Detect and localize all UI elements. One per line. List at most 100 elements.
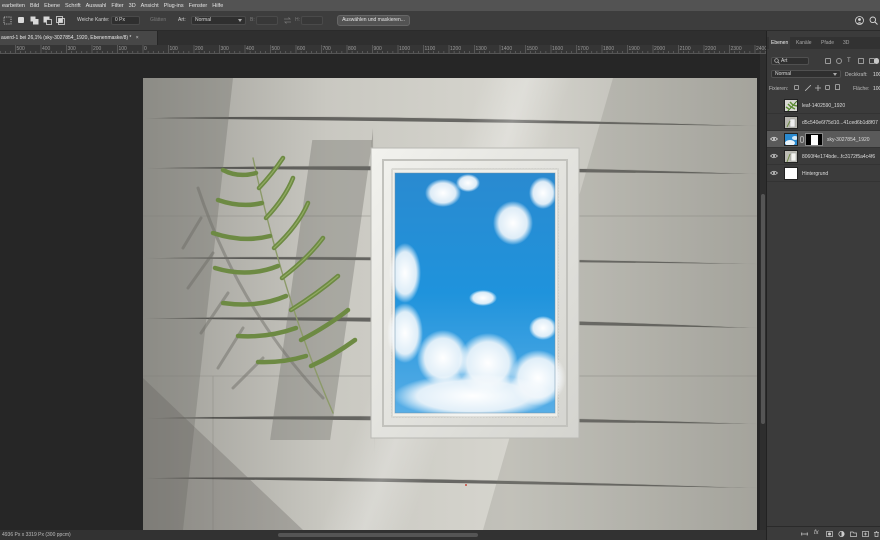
new-group-icon[interactable] bbox=[850, 531, 857, 537]
menu-item[interactable]: Schrift bbox=[65, 3, 81, 9]
status-bar: 4936 Px x 3319 Px (300 ppcm) bbox=[0, 530, 766, 540]
document-image[interactable] bbox=[143, 78, 757, 530]
link-layers-icon[interactable] bbox=[801, 531, 808, 537]
new-layer-icon[interactable] bbox=[862, 531, 869, 537]
layer-thumbnail bbox=[784, 99, 798, 112]
ruler-label: 400 bbox=[246, 46, 255, 52]
panel-tabs: Ebenen Kanäle Pfade 3D bbox=[767, 37, 880, 49]
filter-adjustment-icon[interactable] bbox=[836, 58, 842, 64]
menu-item[interactable]: 3D bbox=[129, 3, 136, 9]
horizontal-ruler: 1000900800700600500400300200100010020030… bbox=[0, 45, 766, 54]
menu-item[interactable]: Filter bbox=[111, 3, 123, 9]
ruler-label: 200 bbox=[195, 46, 204, 52]
tab-3d[interactable]: 3D bbox=[843, 37, 849, 49]
filter-toggle-icon[interactable] bbox=[874, 58, 879, 64]
blend-row: Normal Deckkraft: 100 bbox=[767, 69, 880, 79]
vertical-scroll-thumb[interactable] bbox=[761, 194, 765, 424]
tab-paths[interactable]: Pfade bbox=[821, 37, 834, 49]
ruler-label: 400 bbox=[42, 46, 51, 52]
menu-item[interactable]: Ebene bbox=[44, 3, 60, 9]
mask-link-icon[interactable] bbox=[800, 136, 804, 143]
lock-image-icon[interactable] bbox=[804, 84, 812, 92]
layer-row-selected[interactable]: sky-3027854_1920 bbox=[767, 131, 880, 148]
menu-bar: earbeiten Bild Ebene Schrift Auswahl Filter 3D… bbox=[0, 0, 880, 11]
menu-item[interactable]: Hilfe bbox=[212, 3, 223, 9]
layer-style-icon[interactable]: fx bbox=[814, 530, 821, 536]
marquee-tool-icon[interactable] bbox=[3, 16, 12, 25]
ruler-label: 500 bbox=[16, 46, 25, 52]
ruler-label: 1000 bbox=[399, 46, 411, 52]
delete-layer-icon[interactable] bbox=[873, 531, 880, 537]
visibility-eye-icon[interactable] bbox=[770, 136, 778, 142]
add-mask-icon[interactable] bbox=[826, 531, 833, 537]
ruler-label: 1500 bbox=[526, 46, 538, 52]
blend-mode-select[interactable]: Normal bbox=[771, 70, 841, 78]
menu-item[interactable]: Bild bbox=[30, 3, 39, 9]
filter-type-icon[interactable]: T bbox=[847, 58, 853, 64]
document-size-status[interactable]: 4936 Px x 3319 Px (300 ppcm) bbox=[2, 532, 71, 538]
ruler-label: 500 bbox=[271, 46, 280, 52]
layer-row[interactable]: d5c540e6f75d10...41ced6b1d8f07 bbox=[767, 114, 880, 131]
close-tab-icon[interactable]: × bbox=[136, 35, 139, 41]
layer-thumbnail bbox=[784, 133, 798, 146]
menu-item[interactable]: Ansicht bbox=[141, 3, 159, 9]
opacity-value[interactable]: 100 bbox=[873, 72, 880, 78]
search-icon[interactable] bbox=[869, 16, 878, 25]
layer-kind-label: Art bbox=[781, 58, 788, 64]
anti-alias-label[interactable]: Glätten bbox=[150, 17, 166, 23]
document-tab[interactable]: auerd-1 bei 26,1% (sky-3027854_1920, Ebe… bbox=[0, 31, 158, 45]
ruler-label: 1600 bbox=[552, 46, 564, 52]
lock-all-icon[interactable] bbox=[835, 84, 840, 90]
options-bar: Weiche Kante: 0 Px Glätten Art: Normal B… bbox=[0, 11, 880, 31]
filter-shape-icon[interactable] bbox=[858, 58, 864, 64]
layer-row[interactable]: Hintergrund bbox=[767, 165, 880, 182]
add-to-selection-icon[interactable] bbox=[30, 16, 39, 25]
user-icon[interactable] bbox=[855, 16, 864, 25]
horizontal-scroll-thumb[interactable] bbox=[278, 533, 478, 537]
layer-thumbnail bbox=[784, 116, 798, 129]
layer-name: 8060f4e174bde...fc3172f5a4c4f6 bbox=[802, 154, 876, 160]
width-input[interactable] bbox=[256, 16, 278, 25]
lock-position-icon[interactable] bbox=[815, 85, 821, 91]
subtract-from-selection-icon[interactable] bbox=[43, 16, 52, 25]
visibility-eye-icon[interactable] bbox=[770, 153, 778, 159]
swap-dimensions-icon[interactable] bbox=[283, 16, 292, 25]
fill-label: Fläche: bbox=[853, 86, 870, 92]
style-label: Art: bbox=[178, 17, 186, 23]
search-icon bbox=[774, 58, 780, 64]
layer-mask-thumbnail[interactable] bbox=[805, 133, 823, 146]
layer-row[interactable]: leaf-1402590_1920 bbox=[767, 97, 880, 114]
document-tab-title: auerd-1 bei 26,1% (sky-3027854_1920, Ebe… bbox=[1, 35, 132, 41]
menu-item[interactable]: Fenster bbox=[189, 3, 208, 9]
ruler-label: 600 bbox=[297, 46, 306, 52]
ruler-label: 100 bbox=[118, 46, 127, 52]
ruler-label: 0 bbox=[144, 46, 147, 52]
ruler-label: 700 bbox=[322, 46, 331, 52]
opacity-label: Deckkraft: bbox=[845, 72, 868, 78]
feather-input[interactable]: 0 Px bbox=[111, 16, 140, 25]
layer-row[interactable]: 8060f4e174bde...fc3172f5a4c4f6 bbox=[767, 148, 880, 165]
menu-item[interactable]: earbeiten bbox=[2, 3, 25, 9]
canvas-area[interactable] bbox=[0, 54, 760, 530]
new-selection-icon[interactable] bbox=[17, 16, 26, 25]
fill-value[interactable]: 100 bbox=[873, 86, 880, 92]
adjustment-layer-icon[interactable] bbox=[838, 531, 845, 537]
menu-item[interactable]: Auswahl bbox=[86, 3, 107, 9]
select-and-mask-button[interactable]: Auswählen und maskieren... bbox=[337, 15, 410, 26]
intersect-selection-icon[interactable] bbox=[56, 16, 65, 25]
width-label: B: bbox=[250, 17, 255, 23]
tab-layers[interactable]: Ebenen bbox=[769, 37, 791, 49]
filter-pixel-icon[interactable] bbox=[825, 58, 831, 64]
ruler-label: 2200 bbox=[705, 46, 717, 52]
height-input[interactable] bbox=[301, 16, 323, 25]
menu-item[interactable]: Plug-ins bbox=[164, 3, 184, 9]
layer-kind-filter[interactable]: Art bbox=[771, 57, 809, 65]
style-select[interactable]: Normal bbox=[191, 16, 246, 25]
tab-channels[interactable]: Kanäle bbox=[796, 37, 812, 49]
feather-label: Weiche Kante: bbox=[77, 17, 110, 23]
visibility-eye-icon[interactable] bbox=[770, 170, 778, 176]
lock-row: Fixieren: Fläche: 100 bbox=[767, 83, 880, 93]
lock-transparent-icon[interactable] bbox=[794, 85, 799, 90]
ruler-label: 1400 bbox=[501, 46, 513, 52]
lock-artboard-icon[interactable] bbox=[825, 85, 830, 90]
